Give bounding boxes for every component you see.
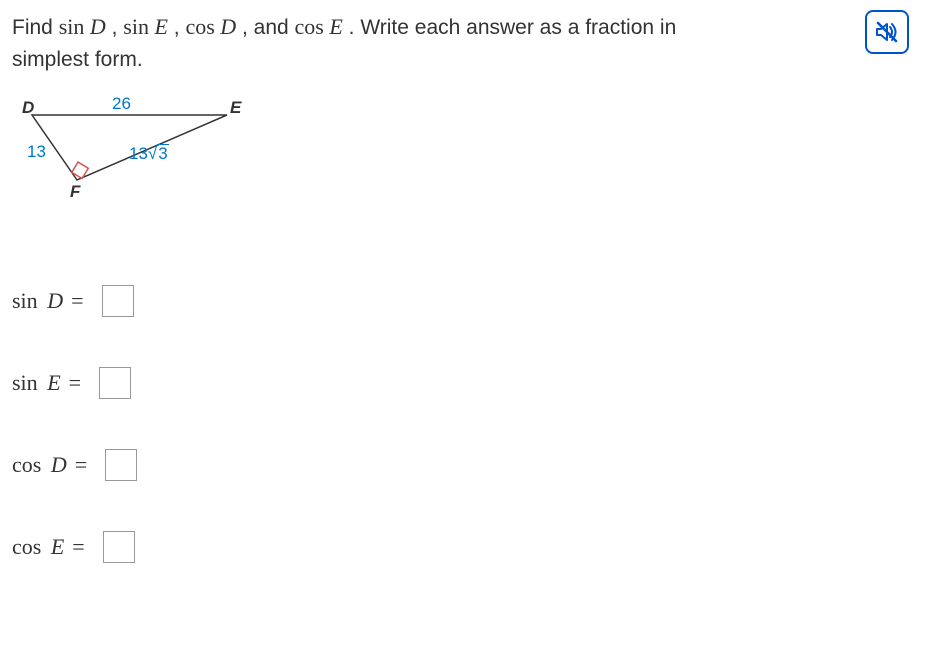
- cosD-input[interactable]: [105, 449, 137, 481]
- answer-section: sin D = sin E = cos D = cos E =: [12, 285, 917, 563]
- and: , and: [236, 16, 294, 39]
- prompt-text: Find: [12, 16, 59, 39]
- vertex-D: D: [22, 98, 34, 118]
- equals: =: [71, 288, 83, 314]
- equals: =: [75, 452, 87, 478]
- answer-row-sinD: sin D =: [12, 285, 917, 317]
- cosE-input[interactable]: [103, 531, 135, 563]
- var-E: E: [154, 14, 167, 39]
- var-D: D: [90, 14, 106, 39]
- sin-fn: sin: [59, 14, 90, 39]
- sinE-input[interactable]: [99, 367, 131, 399]
- side-EF: 13√3: [129, 144, 169, 164]
- fn-label: cos: [12, 452, 41, 478]
- side-DF: 13: [27, 142, 46, 162]
- answer-row-sinE: sin E =: [12, 367, 917, 399]
- sinD-input[interactable]: [102, 285, 134, 317]
- speaker-muted-icon: [873, 18, 901, 46]
- cos-fn: cos: [185, 14, 220, 39]
- side-DE: 26: [112, 94, 131, 114]
- cos-fn: cos: [295, 14, 330, 39]
- fn-label: sin: [12, 288, 38, 314]
- fn-label: cos: [12, 534, 41, 560]
- audio-toggle-button[interactable]: [865, 10, 909, 54]
- var-label: E: [51, 534, 64, 560]
- fn-label: sin: [12, 370, 38, 396]
- var-label: D: [47, 288, 63, 314]
- side-EF-rad: 3: [157, 144, 168, 162]
- vertex-E: E: [230, 98, 241, 118]
- var-label: D: [51, 452, 67, 478]
- var-label: E: [47, 370, 60, 396]
- equals: =: [72, 534, 84, 560]
- sep: ,: [106, 16, 124, 39]
- sin-fn: sin: [123, 14, 154, 39]
- var-D: D: [220, 14, 236, 39]
- triangle-diagram: D E F 26 13 13√3: [12, 100, 272, 230]
- side-EF-coef: 13: [129, 144, 148, 163]
- var-E: E: [329, 14, 342, 39]
- triangle-svg: [12, 100, 272, 230]
- question-prompt: Find sin D , sin E , cos D , and cos E .…: [12, 10, 732, 75]
- sep: ,: [168, 16, 186, 39]
- answer-row-cosD: cos D =: [12, 449, 917, 481]
- equals: =: [69, 370, 81, 396]
- answer-row-cosE: cos E =: [12, 531, 917, 563]
- vertex-F: F: [70, 182, 80, 202]
